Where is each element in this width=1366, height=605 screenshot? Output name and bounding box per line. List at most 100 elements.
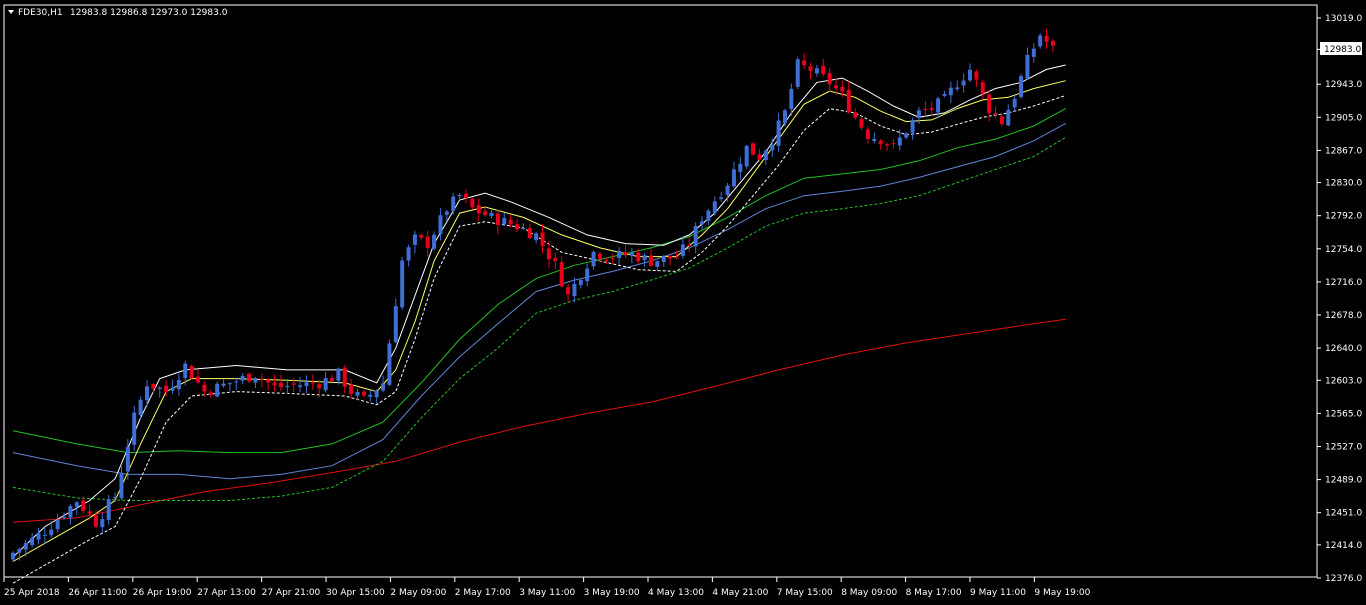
time-tick-label: 4 May 21:00 — [712, 588, 768, 598]
candle-bear — [834, 85, 839, 89]
ohlc-values: 12983.8 12986.8 12973.0 12983.0 — [70, 8, 228, 18]
candle-bull — [36, 533, 41, 540]
candle-bull — [49, 529, 54, 536]
candle-bear — [859, 118, 864, 128]
candle-bull — [406, 247, 411, 261]
candle-bear — [846, 89, 851, 112]
time-tick-label: 2 May 17:00 — [455, 588, 511, 598]
candle-bull — [381, 383, 386, 391]
candle-bull — [1019, 76, 1024, 97]
price-tick-label: 12451.0 — [1325, 509, 1362, 519]
candle-bull — [700, 221, 705, 225]
candle-bull — [968, 69, 972, 81]
candle-bull — [904, 133, 909, 138]
chart-background — [0, 0, 1366, 605]
candle-bear — [470, 198, 475, 208]
candle-bull — [285, 385, 290, 387]
candle-bull — [744, 145, 749, 167]
candle-bear — [974, 71, 979, 80]
candle-bear — [853, 112, 858, 118]
candle-bear — [342, 367, 347, 387]
candle-bear — [196, 376, 201, 383]
candle-bull — [125, 446, 130, 472]
candle-bear — [349, 384, 354, 394]
price-tick-label: 12943.0 — [1325, 80, 1362, 90]
candle-bull — [948, 87, 953, 96]
candle-bull — [451, 196, 456, 211]
current-price-marker: 12983.0 — [1320, 42, 1362, 55]
candle-bull — [113, 496, 118, 498]
time-tick-label: 9 May 11:00 — [970, 588, 1026, 598]
candle-bear — [610, 258, 615, 260]
candle-bull — [961, 80, 966, 86]
time-tick-label: 3 May 19:00 — [584, 588, 640, 598]
candle-bear — [546, 248, 551, 260]
candle-bull — [770, 144, 775, 151]
candle-bear — [668, 255, 673, 259]
candle-bull — [776, 120, 781, 146]
candle-bear — [808, 66, 813, 71]
candle-bull — [572, 283, 577, 297]
candle-bull — [304, 382, 309, 386]
candle-bull — [298, 385, 303, 387]
price-tick-label: 12830.0 — [1325, 179, 1362, 189]
candle-bull — [119, 472, 124, 499]
candle-bull — [916, 110, 921, 119]
candle-bear — [827, 73, 832, 85]
price-chart[interactable]: 13019.0 12943.0 12905.0 12867.0 12830.0 12792… — [0, 0, 1366, 605]
candle-bull — [1006, 109, 1011, 126]
candle-bull — [814, 68, 819, 74]
candle-bull — [444, 211, 449, 215]
candle-bear — [164, 385, 169, 393]
candle-bull — [412, 234, 417, 245]
candle-bull — [355, 391, 360, 396]
time-tick-label: 26 Apr 19:00 — [133, 588, 192, 598]
candle-bear — [674, 257, 679, 259]
current-price-label: 12983.0 — [1324, 45, 1361, 55]
candle-bull — [521, 227, 526, 229]
time-tick-label: 4 May 13:00 — [648, 588, 704, 598]
candle-bull — [23, 542, 28, 550]
time-tick-label: 25 Apr 2018 — [4, 588, 60, 598]
candle-bull — [763, 150, 768, 160]
candle-bear — [202, 384, 207, 392]
price-tick-label: 12376.0 — [1325, 574, 1362, 584]
candle-bull — [400, 260, 405, 308]
candle-bull — [17, 549, 22, 553]
candle-bull — [789, 88, 794, 110]
candle-bear — [649, 255, 653, 266]
candle-bull — [693, 226, 698, 247]
candle-bull — [1031, 48, 1036, 57]
time-tick-label: 2 May 09:00 — [390, 588, 446, 598]
candle-bull — [234, 381, 239, 383]
candle-bull — [910, 119, 915, 133]
candle-bull — [629, 252, 634, 256]
candle-bear — [272, 382, 277, 386]
candle-bull — [215, 383, 220, 397]
candle-bull — [55, 519, 60, 530]
candle-bear — [317, 384, 322, 389]
candle-bull — [374, 390, 379, 398]
candle-bear — [463, 193, 468, 199]
candle-bear — [636, 252, 641, 262]
candle-bull — [62, 516, 67, 518]
time-tick-label: 8 May 17:00 — [906, 588, 962, 598]
candle-bull — [100, 519, 105, 528]
candle-bear — [999, 116, 1004, 125]
time-tick-label: 27 Apr 13:00 — [197, 588, 256, 598]
candle-bull — [106, 499, 111, 520]
candle-bull — [74, 502, 79, 507]
candle-bull — [157, 387, 162, 389]
price-tick-label: 12716.0 — [1325, 278, 1362, 288]
candle-bull — [738, 163, 743, 172]
time-tick-label: 8 May 09:00 — [841, 588, 897, 598]
candle-bear — [878, 140, 883, 145]
candle-bull — [617, 250, 622, 259]
candle-bear — [891, 143, 896, 145]
candle-bear — [751, 143, 756, 155]
candle-bear — [208, 392, 213, 395]
candle-bear — [553, 257, 558, 262]
candle-bull — [955, 87, 960, 90]
candle-bull — [712, 201, 717, 213]
candle-bull — [534, 233, 539, 241]
